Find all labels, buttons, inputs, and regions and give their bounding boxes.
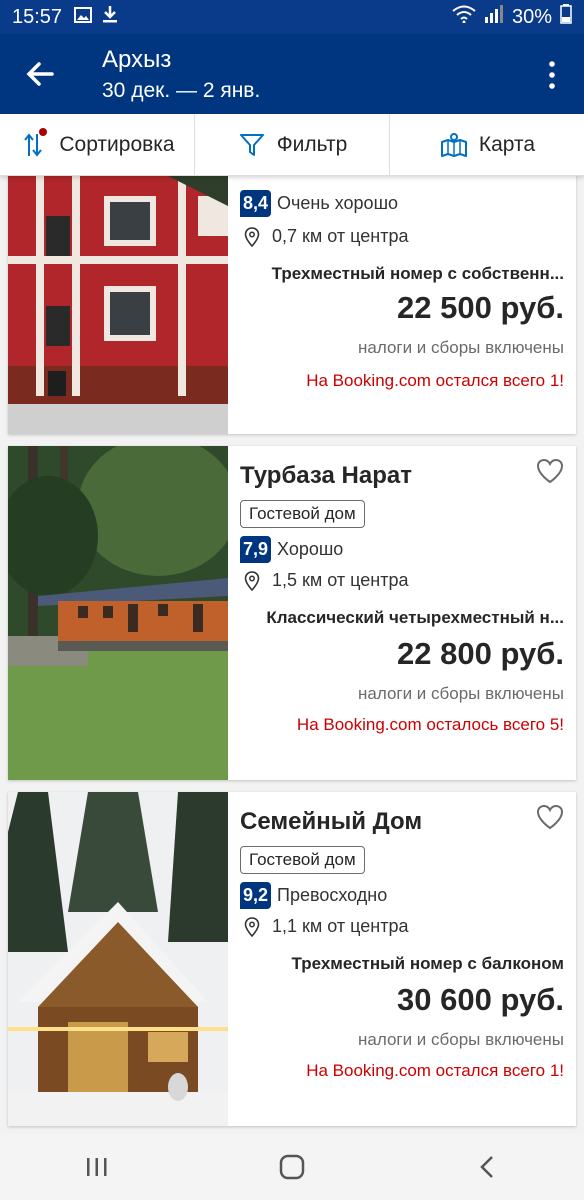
destination-title[interactable]: Архыз [102, 46, 171, 74]
property-card[interactable]: Турбаза Нарат Гостевой дом 7,9 Хорошо 1,… [8, 446, 576, 780]
property-info: Турбаза Нарат Гостевой дом 7,9 Хорошо 1,… [240, 446, 564, 780]
property-photo[interactable] [8, 176, 228, 434]
notification-dot [39, 127, 48, 136]
distance-row: 0,7 км от центра [240, 226, 408, 247]
filter-icon [237, 130, 267, 160]
room-type: Трехместный номер с собственн... [271, 264, 564, 283]
home-icon[interactable] [274, 1149, 310, 1185]
property-info: 8,4 Очень хорошо 0,7 км от центра Трехме… [240, 176, 564, 434]
favorite-heart-icon[interactable] [536, 458, 564, 484]
property-card[interactable]: 8,4 Очень хорошо 0,7 км от центра Трехме… [8, 176, 576, 434]
map-icon [439, 130, 469, 160]
wifi-icon [452, 5, 476, 29]
back-arrow-icon[interactable] [22, 56, 58, 92]
date-range[interactable]: 30 дек. — 2 янв. [102, 79, 260, 103]
battery-icon [560, 4, 572, 30]
price: 22 500 руб. [397, 290, 564, 325]
availability-note: На Booking.com остался всего 1! [306, 1061, 564, 1080]
overflow-menu-icon[interactable] [540, 60, 564, 90]
property-info: Семейный Дом Гостевой дом 9,2 Превосходн… [240, 792, 564, 1126]
availability-note: На Booking.com остался всего 1! [306, 371, 564, 390]
rating-text: Очень хорошо [277, 193, 399, 213]
review-score: 9,2 [240, 882, 272, 909]
location-pin-icon [244, 226, 260, 247]
availability-note: На Booking.com осталось всего 5! [296, 715, 564, 734]
distance-text: 0,7 км от центра [272, 226, 409, 246]
distance-row: 1,5 км от центра [240, 570, 408, 591]
room-type: Классический четырехместный н... [266, 608, 564, 627]
battery-level: 30% [511, 5, 552, 28]
price: 22 800 руб. [397, 636, 564, 671]
recent-apps-icon[interactable] [79, 1149, 115, 1185]
sort-button[interactable]: Сортировка [0, 114, 195, 175]
filter-button[interactable]: Фильтр [195, 114, 390, 175]
favorite-heart-icon[interactable] [536, 804, 564, 830]
property-photo[interactable] [8, 446, 228, 780]
rating-row: 9,2 Превосходно [240, 882, 387, 909]
filter-label: Фильтр [276, 132, 348, 156]
hotel-name[interactable]: Турбаза Нарат [240, 462, 412, 490]
rating-row: 8,4 Очень хорошо [240, 190, 398, 217]
distance-row: 1,1 км от центра [240, 916, 408, 937]
sort-label: Сортировка [59, 132, 175, 156]
back-icon[interactable] [469, 1149, 505, 1185]
location-pin-icon [244, 570, 260, 591]
rating-row: 7,9 Хорошо [240, 536, 343, 563]
status-bar: 15:57 30% [0, 0, 584, 34]
review-score: 8,4 [240, 190, 272, 217]
rating-text: Хорошо [277, 539, 344, 559]
results-toolbar: Сортировка Фильтр Карта [0, 114, 584, 176]
price: 30 600 руб. [397, 982, 564, 1017]
map-label: Карта [478, 132, 536, 156]
property-list: 8,4 Очень хорошо 0,7 км от центра Трехме… [0, 176, 584, 1134]
review-score: 7,9 [240, 536, 272, 563]
property-type-badge: Гостевой дом [240, 846, 365, 874]
status-time: 15:57 [12, 5, 63, 28]
gallery-icon [74, 6, 93, 29]
system-nav-bar [0, 1134, 584, 1200]
location-pin-icon [244, 916, 260, 937]
room-type: Трехместный номер с балконом [291, 954, 564, 973]
taxes-note: налоги и сборы включены [357, 1030, 564, 1049]
distance-text: 1,1 км от центра [272, 916, 409, 936]
taxes-note: налоги и сборы включены [357, 684, 564, 703]
signal-icon [484, 5, 504, 29]
sort-icon [19, 127, 49, 160]
taxes-note: налоги и сборы включены [357, 338, 564, 357]
property-card[interactable]: Семейный Дом Гостевой дом 9,2 Превосходн… [8, 792, 576, 1126]
map-button[interactable]: Карта [390, 114, 584, 175]
app-bar: Архыз 30 дек. — 2 янв. [0, 34, 584, 114]
property-type-badge: Гостевой дом [240, 500, 365, 528]
property-photo[interactable] [8, 792, 228, 1126]
hotel-name[interactable]: Семейный Дом [240, 808, 422, 836]
download-icon [102, 5, 118, 29]
rating-text: Превосходно [277, 885, 388, 905]
distance-text: 1,5 км от центра [272, 570, 409, 590]
